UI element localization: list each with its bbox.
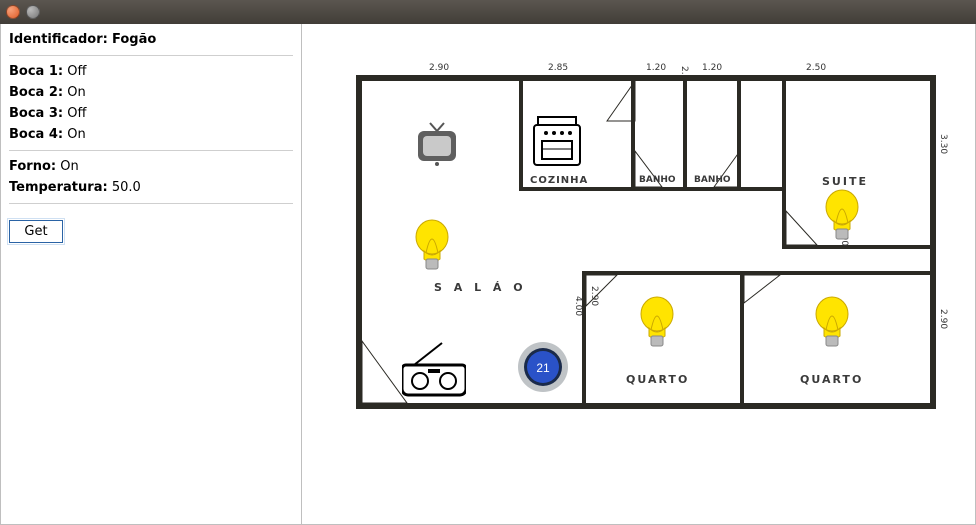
wall — [683, 81, 687, 191]
floorplan-panel: 2.90 2.85 1.20 2.25 1.20 2.50 3.30 2.90 … — [302, 24, 976, 525]
radio-icon[interactable] — [402, 341, 466, 397]
separator — [9, 150, 293, 151]
burner-1-row: Boca 1: Off — [9, 62, 293, 81]
burner-3-row: Boca 3: Off — [9, 104, 293, 123]
svg-text:21: 21 — [536, 361, 550, 375]
wall — [737, 81, 741, 191]
wall — [582, 271, 930, 275]
lightbulb-icon[interactable] — [412, 219, 452, 274]
dim-quarto1-h: 4.00 — [573, 296, 583, 316]
oven-row: Forno: On — [9, 157, 293, 176]
temperature-value: 50.0 — [112, 180, 141, 195]
close-icon[interactable] — [6, 5, 20, 19]
stove-icon[interactable] — [532, 109, 582, 167]
wall — [631, 187, 783, 191]
identifier-label: Identificador: — [9, 32, 108, 47]
minimize-icon[interactable] — [26, 5, 40, 19]
room-label-salao: S A L Á O — [434, 281, 527, 294]
wall — [740, 271, 744, 403]
status-panel: Identificador: Fogão Boca 1: Off Boca 2:… — [0, 24, 302, 525]
room-label-cozinha: COZINHA — [530, 175, 588, 186]
dim-right-quarto2: 2.90 — [938, 309, 948, 329]
dim-right-suite: 3.30 — [938, 134, 948, 154]
burner-4-label: Boca 4: — [9, 127, 63, 142]
burner-4-value: On — [67, 127, 85, 142]
identifier-row: Identificador: Fogão — [9, 30, 293, 49]
temperature-row: Temperatura: 50.0 — [9, 178, 293, 197]
separator — [9, 55, 293, 56]
wall — [519, 187, 635, 191]
burner-2-row: Boca 2: On — [9, 83, 293, 102]
burner-1-label: Boca 1: — [9, 64, 63, 79]
floorplan: 0.90 4.00 2.90 S A L Á O — [356, 75, 936, 409]
room-label-quarto2: QUARTO — [800, 373, 863, 386]
burner-2-value: On — [67, 85, 85, 100]
dim-top-cozinha: 2.85 — [548, 63, 568, 73]
lightbulb-icon[interactable] — [822, 189, 862, 244]
burner-3-value: Off — [67, 106, 86, 121]
dim-top-salao: 2.90 — [429, 63, 449, 73]
dim-quarto1-w: 2.90 — [589, 286, 599, 306]
separator — [9, 203, 293, 204]
wall — [782, 271, 786, 275]
oven-label: Forno: — [9, 159, 56, 174]
burner-4-row: Boca 4: On — [9, 125, 293, 144]
dim-top-suite: 2.50 — [806, 63, 826, 73]
wall — [782, 81, 786, 249]
burner-2-label: Boca 2: — [9, 85, 63, 100]
wall — [582, 271, 586, 403]
oven-value: On — [60, 159, 78, 174]
room-label-banho2: BANHO — [694, 175, 731, 185]
burner-1-value: Off — [67, 64, 86, 79]
lightbulb-icon[interactable] — [637, 296, 677, 351]
dim-top-banho2: 1.20 — [702, 63, 722, 73]
lightbulb-icon[interactable] — [812, 296, 852, 351]
wall — [782, 245, 930, 249]
burner-3-label: Boca 3: — [9, 106, 63, 121]
tv-icon[interactable] — [412, 119, 462, 167]
wall — [631, 81, 635, 191]
room-label-banho1: BANHO — [639, 175, 676, 185]
room-label-suite: SUITE — [822, 175, 868, 188]
dim-top-banho1: 1.20 — [646, 63, 666, 73]
main-content: Identificador: Fogão Boca 1: Off Boca 2:… — [0, 24, 976, 525]
room-label-quarto1: QUARTO — [626, 373, 689, 386]
thermostat-icon[interactable]: 21 — [517, 341, 569, 393]
get-button[interactable]: Get — [9, 220, 63, 243]
identifier-value: Fogão — [112, 32, 156, 47]
window-titlebar — [0, 0, 976, 24]
wall — [519, 81, 523, 187]
temperature-label: Temperatura: — [9, 180, 108, 195]
